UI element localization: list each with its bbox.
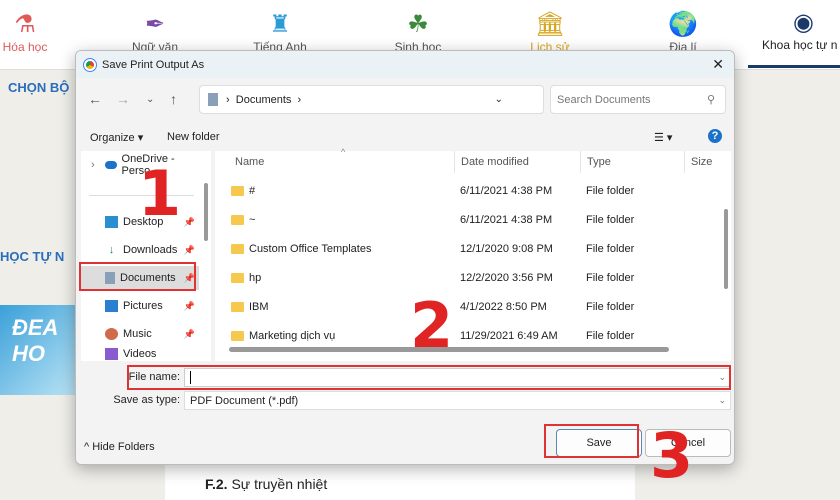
file-row[interactable]: ~6/11/2021 4:38 PM File folder (215, 206, 715, 235)
sort-ascending-icon: ^ (341, 147, 346, 157)
highlight-file-name (127, 365, 731, 390)
file-type: File folder (586, 330, 635, 342)
file-date: 6/11/2021 4:38 PM (460, 185, 553, 197)
globe-icon: 🌍 (668, 11, 698, 38)
view-options-button[interactable]: ☰ ▾ (654, 131, 672, 144)
folder-icon (231, 302, 244, 312)
up-button[interactable]: ↑ (170, 91, 177, 107)
chrome-icon (83, 57, 97, 72)
folder-icon (231, 273, 244, 283)
save-type-label: Save as type: (113, 394, 180, 406)
section-heading: CHỌN BỘ (8, 80, 70, 95)
nav-ngu-van[interactable]: ✒ Ngữ văn (110, 10, 200, 54)
file-date: 4/1/2022 8:50 PM (460, 301, 547, 313)
column-type[interactable]: Type (581, 151, 685, 173)
chevron-right-icon: › (91, 159, 95, 171)
file-type: File folder (586, 185, 635, 197)
nav-hoa-hoc[interactable]: ⚗ Hóa học (0, 10, 70, 54)
nav-sinh-hoc[interactable]: ☘ Sinh học (373, 10, 463, 54)
highlight-documents (79, 262, 196, 291)
file-name: IBM (249, 301, 269, 313)
content-panel: F.2. Sự truyền nhiệt (165, 462, 635, 500)
search-icon: ⚲ (706, 94, 715, 106)
flask-icon: ⚗ (14, 11, 36, 38)
file-row[interactable]: IBM 4/1/2022 8:50 PM File folder (215, 293, 715, 322)
save-dialog: Save Print Output As ✕ ← → ⌄ ↑ › Documen… (75, 50, 735, 465)
brain-icon: ◉ (793, 9, 814, 36)
search-input[interactable]: Search Documents ⚲ (550, 85, 726, 114)
file-date: 12/1/2020 9:08 PM (460, 243, 553, 255)
pin-icon: 📌 (183, 328, 195, 339)
nav-khoa-hoc-tu-nhien[interactable]: ◉ Khoa học tự n (748, 8, 840, 68)
quill-icon: ✒ (144, 11, 166, 38)
file-name: # (249, 185, 256, 197)
annotation-1: 1 (138, 157, 182, 230)
file-date: 6/11/2021 4:38 PM (460, 214, 553, 226)
documents-icon (208, 93, 218, 106)
pin-icon: 📌 (183, 300, 195, 311)
file-type: File folder (586, 272, 635, 284)
annotation-2: 2 (410, 289, 454, 362)
annotation-3: 3 (650, 419, 694, 492)
highlight-save (544, 424, 639, 458)
video-icon (105, 348, 118, 360)
chevron-down-icon[interactable]: ⌄ (718, 395, 726, 406)
desktop-icon (105, 216, 118, 228)
column-size[interactable]: Size (685, 151, 725, 173)
file-name: Marketing dịch vụ (249, 330, 336, 342)
address-bar[interactable]: › Documents ›⌄↻ (199, 85, 581, 114)
folder-icon (231, 186, 244, 196)
nav-pictures[interactable]: Pictures 📌 (81, 294, 199, 318)
pin-icon: 📌 (183, 216, 195, 227)
file-date: 12/2/2020 3:56 PM (460, 272, 553, 284)
title-bar: Save Print Output As (76, 51, 734, 78)
hide-folders-button[interactable]: ^ Hide Folders (84, 441, 155, 453)
vertical-scrollbar[interactable] (724, 209, 728, 289)
chevron-up-icon: ^ (84, 441, 90, 453)
recent-dropdown[interactable]: ⌄ (146, 94, 154, 105)
banner-image: ĐEA HO (0, 305, 75, 395)
forward-button[interactable]: → (116, 91, 130, 107)
folder-icon (231, 244, 244, 254)
nav-lich-su[interactable]: 🏛 Lịch sử (505, 10, 595, 54)
file-list: Name ^ Date modified Type Size #6/11/202… (215, 147, 731, 361)
save-type-select[interactable]: PDF Document (*.pdf) ⌄ (184, 391, 731, 410)
help-icon[interactable]: ? (708, 129, 722, 143)
leaf-icon: ☘ (407, 11, 429, 38)
file-type: File folder (586, 243, 635, 255)
section-heading-2: HỌC TỰ N (0, 249, 65, 264)
file-name: ~ (249, 214, 256, 226)
file-row[interactable]: hp 12/2/2020 3:56 PM File folder (215, 264, 715, 293)
big-ben-icon: ♜ (269, 11, 291, 38)
close-button[interactable]: ✕ (712, 56, 724, 73)
nav-music[interactable]: Music 📌 (81, 322, 199, 346)
file-name: hp (249, 272, 262, 284)
pictures-icon (105, 300, 118, 312)
nav-dia-li[interactable]: 🌍 Địa lí (638, 10, 728, 54)
column-date[interactable]: Date modified (455, 151, 581, 173)
nav-videos[interactable]: Videos (81, 348, 199, 360)
nav-scrollbar[interactable] (204, 183, 208, 241)
nav-downloads[interactable]: ↓ Downloads 📌 (81, 238, 199, 262)
museum-icon: 🏛 (534, 11, 566, 38)
music-icon (105, 328, 118, 340)
folder-icon (231, 215, 244, 225)
organize-button[interactable]: Organize ▾ (90, 131, 143, 144)
cloud-icon (104, 161, 117, 169)
file-date: 11/29/2021 6:49 AM (460, 330, 558, 342)
file-row[interactable]: Custom Office Templates 12/1/2020 9:08 PM… (215, 235, 715, 264)
nav-tieng-anh[interactable]: ♜ Tiếng Anh (235, 10, 325, 54)
back-button[interactable]: ← (88, 91, 102, 107)
new-folder-button[interactable]: New folder (167, 131, 220, 143)
chevron-down-icon[interactable]: ⌄ (495, 94, 503, 105)
download-icon: ↓ (108, 244, 115, 256)
file-name: Custom Office Templates (249, 243, 372, 255)
pin-icon: 📌 (183, 244, 195, 255)
file-row[interactable]: #6/11/2021 4:38 PM File folder (215, 177, 715, 206)
file-type: File folder (586, 301, 635, 313)
folder-icon (231, 331, 244, 341)
file-type: File folder (586, 214, 635, 226)
